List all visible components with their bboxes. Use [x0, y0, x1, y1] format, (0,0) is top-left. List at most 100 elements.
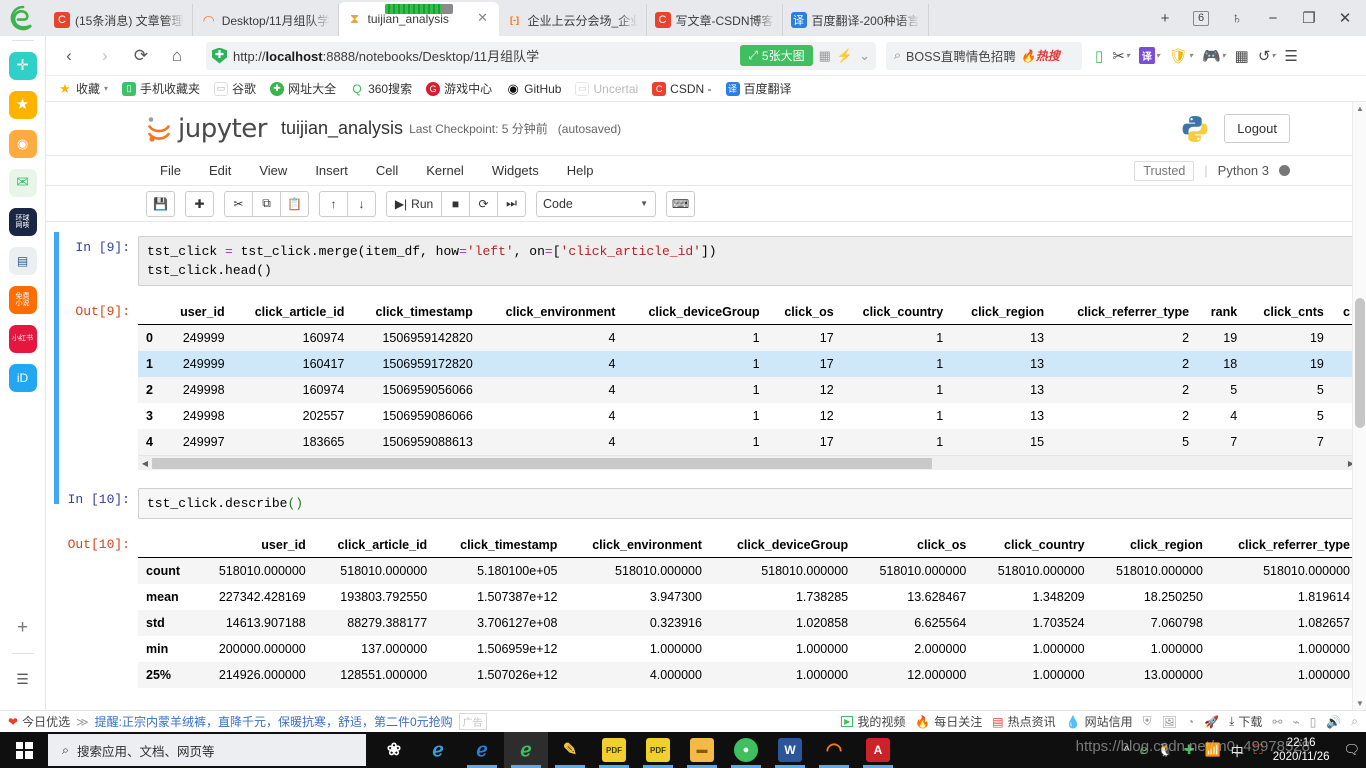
mail-icon[interactable]: ✉: [8, 169, 37, 197]
hot-search-badge[interactable]: 🔥热搜: [1021, 47, 1060, 64]
menu-help[interactable]: Help: [553, 159, 608, 182]
search-input[interactable]: ⌕ BOSS直聘情色招聘 🔥热搜: [886, 41, 1082, 70]
taskbar-app-acrobat[interactable]: A: [856, 732, 900, 768]
menu-cell[interactable]: Cell: [362, 159, 412, 182]
browser-tab-3[interactable]: [-] 企业上云分会场_企业: [499, 4, 647, 36]
browser-tab-4[interactable]: C 写文章-CSDN博客: [647, 4, 783, 36]
shield-badge-icon[interactable]: 🛡 ▾: [1166, 47, 1196, 65]
maximize-button[interactable]: ❐: [1292, 3, 1326, 33]
browser-tab-2-active[interactable]: ⧗ tuijian_analysis ✕: [338, 2, 499, 36]
clover-icon[interactable]: ✛: [8, 52, 37, 80]
chevron-down-icon[interactable]: ▾: [104, 84, 108, 93]
lightning-icon[interactable]: ⚡: [837, 48, 853, 64]
taskbar-search-input[interactable]: ⌕ 搜索应用、文档、网页等: [48, 734, 366, 766]
scrollbar-thumb[interactable]: [1355, 298, 1365, 428]
qrcode-icon[interactable]: ▦: [819, 48, 831, 64]
taskbar-app-fan[interactable]: ❀: [372, 732, 416, 768]
bookmark-item-7[interactable]: ▭ Uncertai: [569, 80, 644, 98]
shield-icon[interactable]: ⛨: [1143, 714, 1152, 729]
scroll-left-arrow[interactable]: ◀: [138, 459, 152, 468]
daily-follow-button[interactable]: 🔥 每日关注: [915, 713, 982, 730]
apps-grid-icon[interactable]: ▦: [1232, 47, 1252, 65]
link-icon[interactable]: ⚯: [1272, 715, 1282, 729]
list-view-icon[interactable]: ☰: [9, 665, 37, 693]
stop-button[interactable]: ■: [441, 190, 470, 217]
today-deals-button[interactable]: ❤ 今日优选: [8, 713, 70, 730]
copy-button[interactable]: ⧉: [252, 190, 281, 217]
taskbar-app-word[interactable]: W: [768, 732, 812, 768]
my-video-button[interactable]: ▶ 我的视频: [841, 713, 905, 730]
restart-kernel-button[interactable]: ⟳: [469, 190, 498, 217]
free-novel-icon[interactable]: 免费 小说: [8, 286, 37, 314]
taskbar-app-editor[interactable]: ✎: [548, 732, 592, 768]
restart-run-all-button[interactable]: ⏭: [497, 190, 526, 217]
taskbar-app-jupyter[interactable]: ◠: [812, 732, 856, 768]
paste-button[interactable]: 📋: [280, 190, 309, 217]
sound-icon[interactable]: 🔊: [1326, 715, 1341, 729]
bookmark-item-6[interactable]: ◉ GitHub: [500, 80, 567, 98]
browser-tab-5[interactable]: 译 百度翻译-200种语言: [783, 4, 929, 36]
notifications-icon[interactable]: 🗨: [1343, 742, 1360, 758]
browser-tab-0[interactable]: C (15条消息) 文章管理: [46, 4, 193, 36]
start-button[interactable]: [0, 732, 48, 768]
site-credit-button[interactable]: 💧 网站信用: [1066, 713, 1133, 730]
taskbar-app-pdf2[interactable]: PDF: [636, 732, 680, 768]
big-picture-badge[interactable]: ⤢ 5张大图: [740, 45, 813, 66]
logout-button[interactable]: Logout: [1224, 114, 1290, 143]
close-icon[interactable]: ✕: [475, 11, 491, 27]
download-button[interactable]: ⤓ 下载: [1229, 713, 1262, 730]
add-shortcut-button[interactable]: +: [9, 614, 37, 642]
menu-edit[interactable]: Edit: [195, 159, 245, 182]
reload-button[interactable]: ⟳: [124, 39, 158, 73]
menu-file[interactable]: File: [146, 159, 195, 182]
book-icon[interactable]: ▯: [1092, 47, 1106, 65]
scroll-up-arrow[interactable]: ▲: [1353, 104, 1366, 113]
tab-restore-icon[interactable]: ♄: [1220, 3, 1254, 33]
code-editor[interactable]: tst_click = tst_click.merge(item_df, how…: [138, 236, 1358, 286]
xiaohongshu-icon[interactable]: 小红书: [8, 325, 37, 353]
clock-icon[interactable]: ◔: [1187, 715, 1194, 729]
tab-count-badge[interactable]: 6: [1184, 3, 1218, 33]
taskbar-app-wechat[interactable]: ●: [724, 732, 768, 768]
image-icon[interactable]: 🖼: [1162, 715, 1177, 729]
rocket-icon[interactable]: 🚀: [1204, 715, 1219, 729]
chevron-down-icon[interactable]: ⌄: [859, 48, 870, 64]
taskbar-app-edge[interactable]: ℯ: [460, 732, 504, 768]
weibo-icon[interactable]: ◉: [8, 130, 37, 158]
taskbar-app-pdf1[interactable]: PDF: [592, 732, 636, 768]
word-doc-icon[interactable]: ▤: [8, 247, 37, 275]
command-palette-button[interactable]: ⌨: [666, 190, 695, 217]
hot-news-button[interactable]: ▤ 热点资讯: [992, 713, 1055, 730]
run-button[interactable]: ▶| Run: [386, 190, 442, 217]
bookmark-item-4[interactable]: Q 360搜索: [344, 78, 418, 99]
home-button[interactable]: ⌂: [160, 39, 194, 73]
browser-tab-1[interactable]: ◠ Desktop/11月组队学: [193, 4, 339, 36]
cell-type-select[interactable]: Code ▼: [536, 190, 656, 217]
scissors-icon[interactable]: ✂ ▾: [1109, 47, 1133, 65]
bookmark-item-2[interactable]: ▭ 谷歌: [208, 78, 262, 99]
huanqiu-icon[interactable]: 环球 网咳: [8, 208, 37, 236]
code-editor[interactable]: tst_click.describe(): [138, 488, 1358, 519]
bookmark-item-9[interactable]: 译 百度翻译: [720, 78, 798, 99]
translate-icon[interactable]: 译 ▾: [1136, 47, 1163, 64]
scrollbar-thumb[interactable]: [152, 457, 932, 469]
horizontal-scrollbar[interactable]: ◀ ▶: [138, 455, 1358, 470]
forward-button[interactable]: ›: [88, 39, 122, 73]
favorites-star-icon[interactable]: ★: [8, 91, 37, 119]
address-bar[interactable]: ✚ http://localhost:8888/notebooks/Deskto…: [206, 41, 876, 70]
close-window-button[interactable]: ✕: [1328, 3, 1362, 33]
menu-icon[interactable]: ☰: [1281, 47, 1300, 65]
bookmark-item-1[interactable]: ▯ 手机收藏夹: [116, 78, 206, 99]
insert-cell-button[interactable]: ✚: [185, 190, 214, 217]
phone-icon[interactable]: ▯: [1310, 715, 1317, 729]
iqiyi-icon[interactable]: iD: [8, 364, 37, 392]
lasso-icon[interactable]: ⌁: [1292, 715, 1299, 729]
back-button[interactable]: ‹: [52, 39, 86, 73]
dataframe-scroll-area[interactable]: user_id click_article_id click_timestamp…: [138, 300, 1358, 470]
bookmark-item-0[interactable]: ★ 收藏 ▾: [52, 78, 114, 99]
move-up-button[interactable]: ↑: [319, 190, 348, 217]
page-scrollbar[interactable]: ▲ ▼: [1352, 102, 1366, 710]
menu-insert[interactable]: Insert: [301, 159, 362, 182]
undo-icon[interactable]: ↺ ▾: [1255, 47, 1279, 65]
new-tab-button[interactable]: +: [1148, 3, 1182, 33]
